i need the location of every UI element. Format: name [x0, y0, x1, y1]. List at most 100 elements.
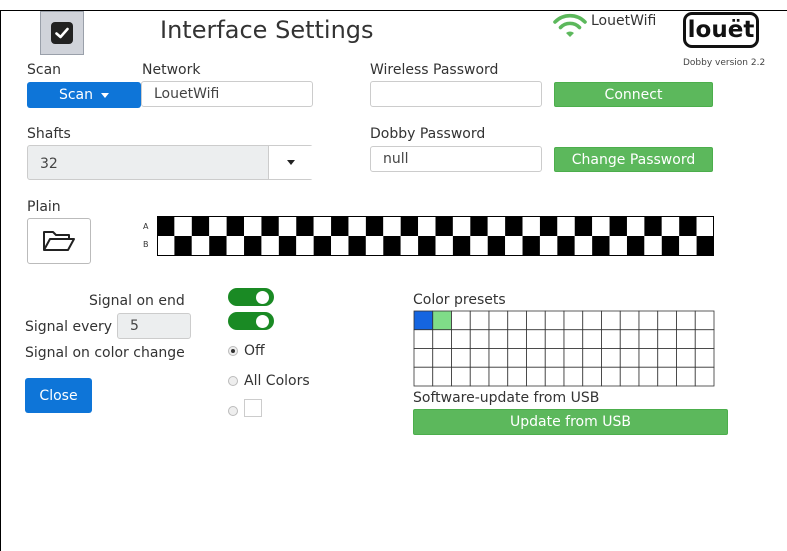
color-preset-cell[interactable] [469, 366, 490, 387]
weave-cell[interactable] [157, 236, 175, 256]
color-preset-cell[interactable] [619, 348, 640, 368]
weave-cell[interactable] [539, 216, 558, 236]
wireless-password-field[interactable] [370, 81, 542, 107]
color-preset-cell[interactable] [544, 310, 565, 331]
weave-cell[interactable] [435, 216, 453, 236]
color-preset-cell[interactable] [488, 348, 509, 368]
color-preset-cell[interactable] [413, 310, 434, 331]
weave-cell[interactable] [226, 216, 245, 236]
weave-cell[interactable] [244, 216, 262, 236]
weave-cell[interactable] [522, 236, 540, 256]
color-preset-cell[interactable] [694, 366, 715, 387]
weave-cell[interactable] [626, 216, 645, 236]
weave-cell[interactable] [174, 216, 192, 236]
color-preset-cell[interactable] [563, 310, 584, 331]
weave-cell[interactable] [574, 236, 593, 256]
weave-cell[interactable] [331, 236, 349, 256]
color-preset-cell[interactable] [544, 329, 565, 349]
weave-cell[interactable] [592, 236, 610, 256]
color-preset-cell[interactable] [582, 366, 602, 387]
weave-cell[interactable] [505, 236, 523, 256]
weave-cell[interactable] [644, 236, 662, 256]
color-preset-cell[interactable] [507, 366, 527, 387]
weave-cell[interactable] [679, 216, 697, 236]
weave-cell[interactable] [191, 216, 210, 236]
weave-cell[interactable] [418, 216, 436, 236]
color-preset-cell[interactable] [638, 329, 659, 349]
weave-cell[interactable] [296, 216, 314, 236]
update-from-usb-button[interactable]: Update from USB [413, 409, 728, 435]
signal-on-end-toggle[interactable] [228, 288, 274, 306]
color-preset-cell[interactable] [563, 348, 584, 368]
weave-cell[interactable] [331, 216, 349, 236]
weave-cell[interactable] [296, 236, 314, 256]
color-preset-cell[interactable] [676, 310, 696, 331]
weave-cell[interactable] [557, 236, 575, 256]
weave-cell[interactable] [487, 216, 506, 236]
weave-cell[interactable] [470, 216, 488, 236]
color-preset-cell[interactable] [694, 329, 715, 349]
color-preset-cell[interactable] [432, 348, 452, 368]
weave-cell[interactable] [348, 216, 366, 236]
signal-every-field[interactable]: 5 [117, 313, 191, 339]
color-preset-cell[interactable] [619, 310, 640, 331]
color-preset-cell[interactable] [526, 329, 546, 349]
weave-cell[interactable] [261, 216, 279, 236]
weave-cell[interactable] [661, 216, 680, 236]
color-preset-cell[interactable] [451, 366, 471, 387]
radio-off[interactable] [228, 346, 238, 356]
shafts-select[interactable]: 32 [27, 145, 313, 180]
color-preset-cell[interactable] [694, 348, 715, 368]
weave-cell[interactable] [365, 236, 384, 256]
weave-cell[interactable] [209, 216, 227, 236]
weave-cell[interactable] [435, 236, 453, 256]
connect-button[interactable]: Connect [554, 82, 713, 107]
weave-cell[interactable] [383, 236, 401, 256]
color-preset-cell[interactable] [638, 348, 659, 368]
color-preset-cell[interactable] [526, 366, 546, 387]
close-button[interactable]: Close [25, 378, 92, 413]
color-preset-cell[interactable] [469, 348, 490, 368]
color-preset-cell[interactable] [638, 310, 659, 331]
color-preset-cell[interactable] [638, 366, 659, 387]
weave-cell[interactable] [696, 236, 714, 256]
weave-cell[interactable] [209, 236, 227, 256]
weave-cell[interactable] [609, 236, 627, 256]
weave-cell[interactable] [661, 236, 680, 256]
weave-cell[interactable] [313, 216, 332, 236]
color-preset-cell[interactable] [413, 329, 434, 349]
color-preset-cell[interactable] [619, 366, 640, 387]
color-preset-cell[interactable] [507, 329, 527, 349]
color-preset-cell[interactable] [657, 366, 677, 387]
color-preset-cell[interactable] [413, 366, 434, 387]
color-preset-cell[interactable] [694, 310, 715, 331]
color-preset-cell[interactable] [601, 348, 621, 368]
color-preset-cell[interactable] [488, 366, 509, 387]
color-preset-cell[interactable] [676, 329, 696, 349]
color-presets-grid[interactable] [413, 310, 715, 387]
color-preset-cell[interactable] [582, 348, 602, 368]
color-preset-cell[interactable] [488, 310, 509, 331]
color-preset-cell[interactable] [563, 366, 584, 387]
signal-every-toggle[interactable] [228, 312, 274, 330]
weave-cell[interactable] [452, 216, 471, 236]
weave-cell[interactable] [418, 236, 436, 256]
custom-color-swatch[interactable] [244, 399, 262, 417]
weave-cell[interactable] [574, 216, 593, 236]
dobby-password-field[interactable]: null [370, 146, 542, 172]
color-preset-cell[interactable] [563, 329, 584, 349]
weave-cell[interactable] [174, 236, 192, 256]
weave-cell[interactable] [679, 236, 697, 256]
weave-cell[interactable] [644, 216, 662, 236]
radio-custom-color[interactable] [228, 406, 238, 416]
weave-cell[interactable] [626, 236, 645, 256]
color-preset-cell[interactable] [451, 329, 471, 349]
color-preset-cell[interactable] [469, 329, 490, 349]
radio-all-colors[interactable] [228, 376, 238, 386]
weave-cell[interactable] [383, 216, 401, 236]
change-password-button[interactable]: Change Password [554, 147, 713, 172]
color-preset-cell[interactable] [413, 348, 434, 368]
plain-weave-pattern[interactable] [157, 216, 714, 256]
shafts-dropdown-toggle[interactable] [268, 146, 313, 179]
scan-button[interactable]: Scan [27, 82, 141, 108]
